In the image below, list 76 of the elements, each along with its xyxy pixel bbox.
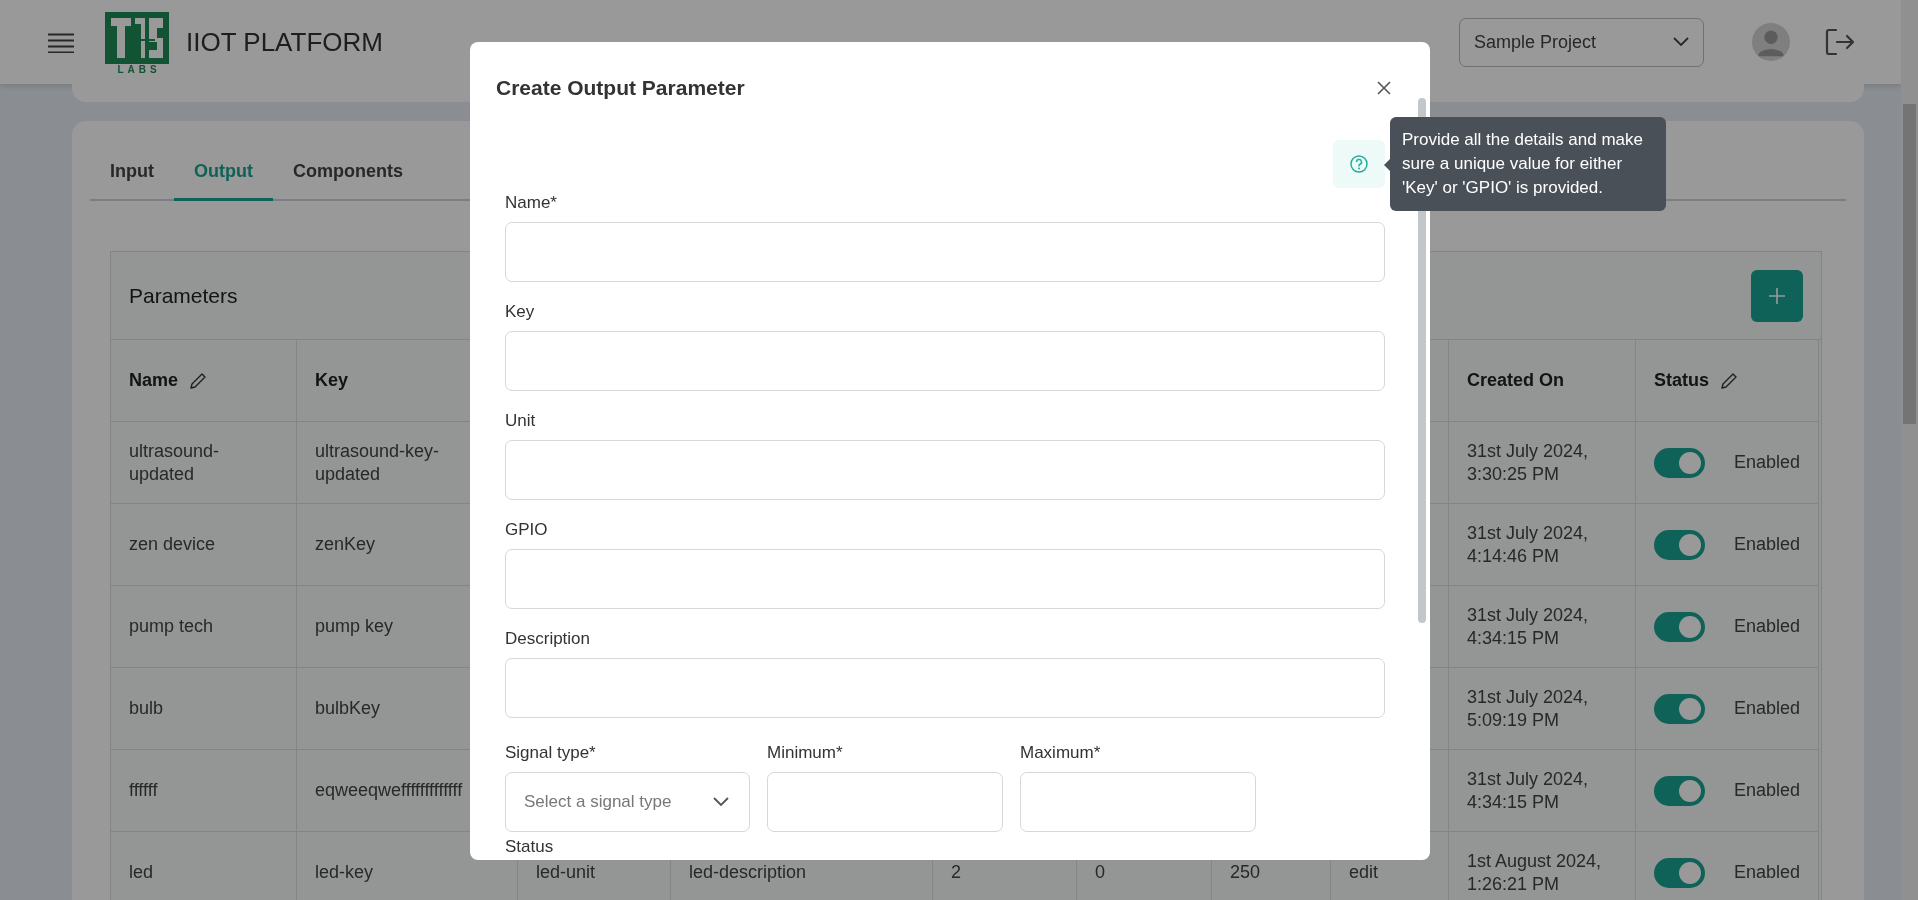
caret-icon xyxy=(1673,37,1689,47)
table-cell: pump tech xyxy=(129,615,214,638)
status-label: Enabled xyxy=(1733,533,1800,556)
toggle-switch[interactable] xyxy=(1654,775,1705,806)
table-cell-text: 31st July 2024, 4:34:15 PM xyxy=(1467,603,1590,650)
field-label: Minimum* xyxy=(767,742,844,764)
caret-icon xyxy=(713,797,729,807)
scrollbar[interactable] xyxy=(1901,0,1918,900)
field-label: Name* xyxy=(505,192,558,214)
input-field[interactable] xyxy=(505,549,1385,609)
tab[interactable]: Components xyxy=(272,147,423,201)
input-field[interactable] xyxy=(767,772,1003,832)
status-label: Enabled xyxy=(1733,451,1800,474)
add-button[interactable] xyxy=(1751,269,1803,322)
table-cell: led-key xyxy=(315,861,374,884)
avatar-icon[interactable] xyxy=(1752,23,1790,61)
input-field[interactable] xyxy=(505,440,1385,500)
dialog-title: Create Output Parameter xyxy=(496,76,745,100)
table-cell: ffffff xyxy=(129,779,158,802)
logout-icon[interactable] xyxy=(1824,28,1856,56)
column-header: Key xyxy=(315,369,349,392)
field-label: Maximum* xyxy=(1020,742,1102,764)
status-label: Enabled xyxy=(1733,779,1800,802)
toggle-switch[interactable] xyxy=(1654,611,1705,642)
field-label: Unit xyxy=(505,410,537,432)
input-field[interactable] xyxy=(1020,772,1256,832)
toggle-switch[interactable] xyxy=(1654,529,1705,560)
tab[interactable]: Input xyxy=(90,147,174,201)
field-label: Signal type* xyxy=(505,742,597,764)
help-button[interactable] xyxy=(1333,140,1385,188)
menu-icon[interactable] xyxy=(48,31,74,53)
table-cell: led-unit xyxy=(536,861,596,884)
table-cell: zen device xyxy=(129,533,216,556)
help-icon xyxy=(1349,154,1369,174)
input-field[interactable] xyxy=(505,658,1385,718)
table-cell: bulb xyxy=(129,697,164,720)
toggle-switch[interactable] xyxy=(1654,857,1705,888)
select-field[interactable]: Select a signal type xyxy=(505,772,750,832)
table-cell-text: 1st August 2024, 1:26:21 PM xyxy=(1467,849,1603,896)
table-cell-text: 31st July 2024, 4:14:46 PM xyxy=(1467,521,1590,568)
toggle-switch[interactable] xyxy=(1654,447,1705,478)
table-cell: bulbKey xyxy=(315,697,381,720)
field-label: Key xyxy=(505,301,536,323)
table-cell: 2 xyxy=(951,861,961,884)
status-label: Enabled xyxy=(1733,615,1800,638)
app-title: IIOT PLATFORM xyxy=(186,26,383,58)
table-cell: led xyxy=(129,861,154,884)
project-select[interactable]: Sample Project xyxy=(1459,17,1704,67)
table-cell-text: 31st July 2024, 5:09:19 PM xyxy=(1467,685,1590,732)
toggle-switch[interactable] xyxy=(1654,693,1705,724)
table-cell: 250 xyxy=(1230,861,1261,884)
column-header: Created On xyxy=(1467,369,1565,392)
logo-caption: LABS xyxy=(116,64,161,76)
table-cell: led-description xyxy=(689,861,807,884)
table-cell: pump key xyxy=(315,615,394,638)
panel-title: Parameters xyxy=(129,283,238,308)
field-label: Status xyxy=(505,836,555,858)
status-label: Enabled xyxy=(1733,861,1800,884)
field-label: Description xyxy=(505,628,592,650)
table-cell: eqweeqwefffffffffffff xyxy=(315,779,463,802)
table-cell-text: 31st July 2024, 3:30:25 PM xyxy=(1467,439,1590,486)
table-cell-text: 31st July 2024, 4:34:15 PM xyxy=(1467,767,1590,814)
tooltip-text: Provide all the details and make sure a unique value for either 'Key' or 'GPIO' is provided. xyxy=(1402,130,1643,197)
table-cell: 0 xyxy=(1095,861,1105,884)
input-field[interactable] xyxy=(505,222,1385,282)
table-cell: edit xyxy=(1349,861,1379,884)
field-label: GPIO xyxy=(505,519,549,541)
table-cell-text: ultrasound-updated xyxy=(129,439,221,486)
column-header: Name xyxy=(129,369,179,392)
table-cell: zenKey xyxy=(315,533,376,556)
input-field[interactable] xyxy=(505,331,1385,391)
status-label: Enabled xyxy=(1733,697,1800,720)
close-icon[interactable] xyxy=(1376,80,1392,96)
table-cell-text: ultrasound-key-updated xyxy=(315,439,441,486)
plus-icon xyxy=(1767,285,1787,306)
column-header: Status xyxy=(1654,369,1709,392)
